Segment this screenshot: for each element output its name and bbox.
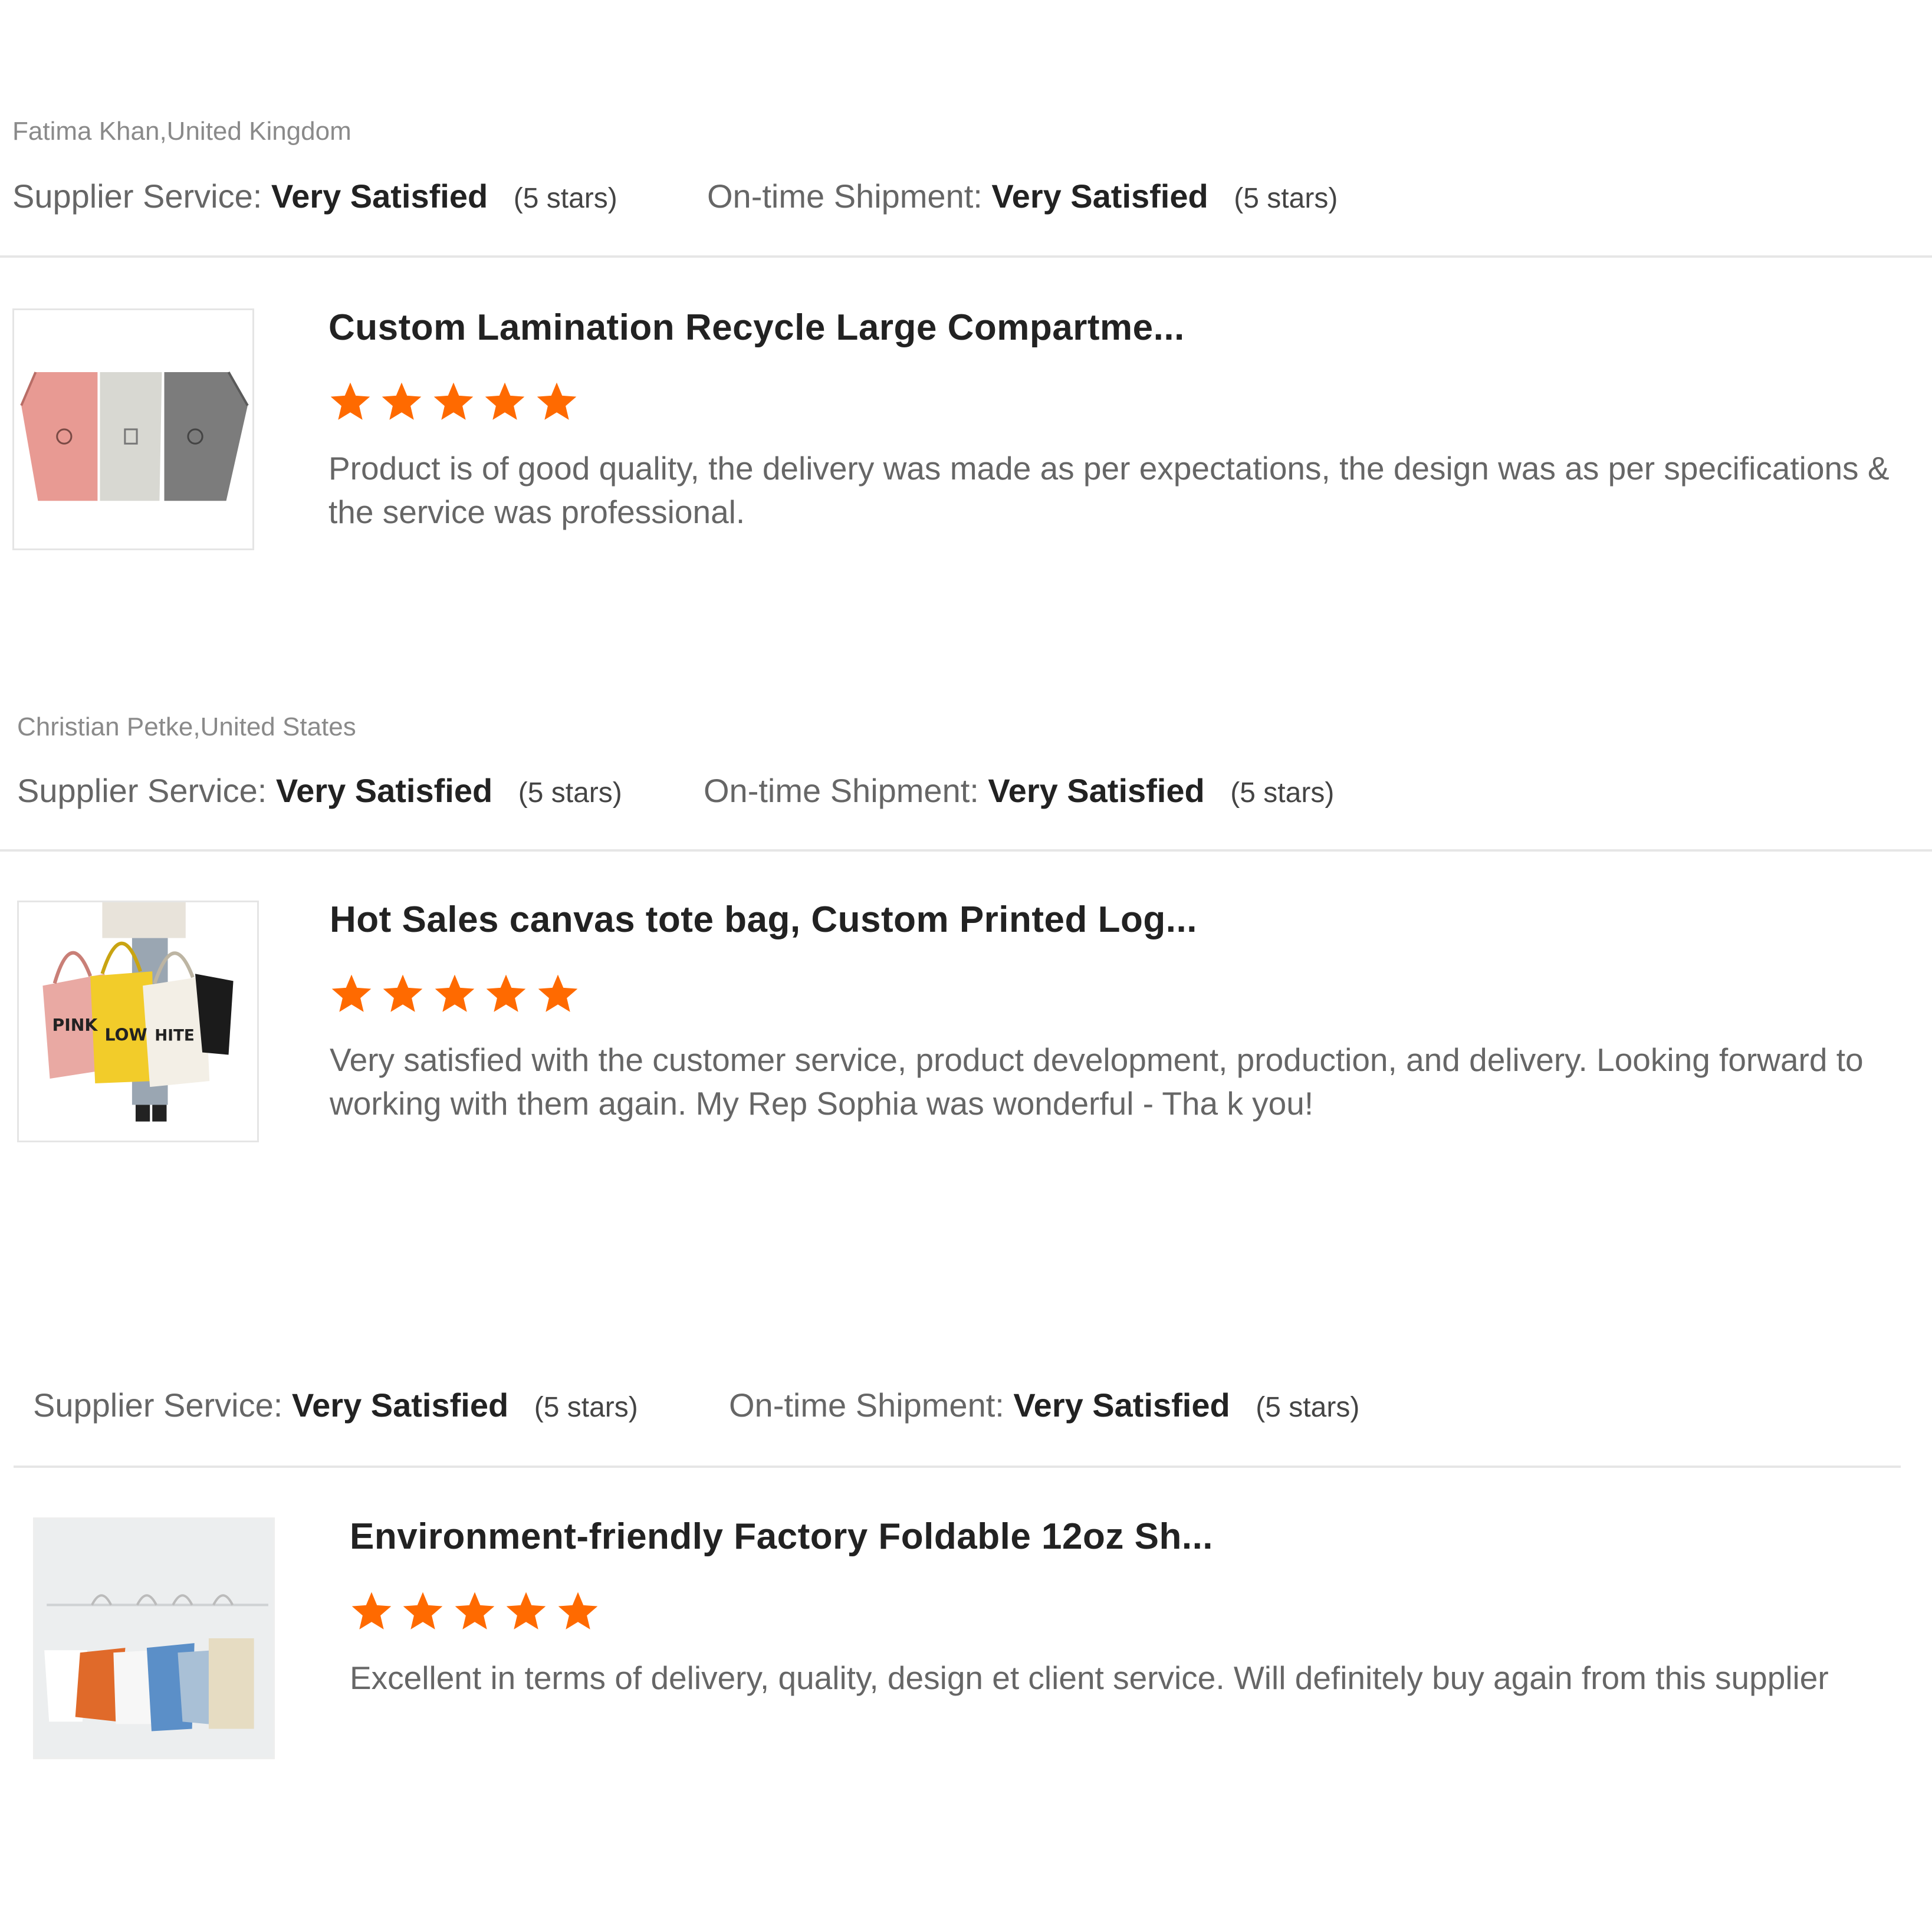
star-icon [433, 972, 477, 1016]
product-title-link[interactable]: Hot Sales canvas tote bag, Custom Printe… [330, 899, 1197, 941]
star-icon [483, 380, 527, 423]
product-title-link[interactable]: Environment-friendly Factory Foldable 12… [350, 1516, 1213, 1558]
star-icon [401, 1589, 445, 1633]
reviewer-name: Fatima Khan,United Kingdom [12, 117, 351, 146]
divider [0, 849, 1932, 852]
supplier-service-rating: Supplier Service: Very Satisfied (5 star… [12, 178, 617, 215]
star-icon [380, 380, 423, 423]
review-comment: Excellent in terms of delivery, quality,… [350, 1660, 1829, 1696]
supplier-service-rating: Supplier Service: Very Satisfied (5 star… [33, 1386, 638, 1424]
star-icon [381, 972, 425, 1016]
star-icon [330, 972, 373, 1016]
recycle-bins-product-image[interactable] [12, 308, 254, 550]
product-title-link[interactable]: Custom Lamination Recycle Large Compartm… [328, 307, 1185, 349]
star-icon [328, 380, 372, 423]
star-rating [350, 1589, 605, 1639]
star-icon [484, 972, 528, 1016]
on-time-shipment-rating: On-time Shipment: Very Satisfied (5 star… [707, 178, 1338, 215]
on-time-shipment-rating: On-time Shipment: Very Satisfied (5 star… [704, 772, 1335, 809]
tote-bags-product-image[interactable]: PINK LOW HITE [17, 901, 259, 1142]
star-icon [432, 380, 475, 423]
star-icon [556, 1589, 600, 1633]
svg-text:PINK: PINK [52, 1016, 98, 1035]
review-comment: Product is of good quality, the delivery… [328, 450, 1890, 530]
on-time-shipment-rating: On-time Shipment: Very Satisfied (5 star… [729, 1386, 1360, 1424]
tote-bags-image-icon: PINK LOW HITE [19, 902, 257, 1141]
hanging-bags-image-icon [35, 1519, 273, 1757]
star-rating [328, 380, 584, 429]
hanging-bags-product-image[interactable] [33, 1517, 275, 1759]
svg-text:HITE: HITE [155, 1027, 195, 1044]
divider [0, 255, 1932, 258]
star-icon [504, 1589, 548, 1633]
star-icon [536, 972, 580, 1016]
review-comment: Very satisfied with the customer service… [330, 1041, 1864, 1122]
recycle-bins-image-icon [14, 310, 252, 548]
divider [14, 1466, 1901, 1468]
svg-text:LOW: LOW [104, 1025, 147, 1044]
star-rating [330, 972, 585, 1021]
reviewer-name: Christian Petke,United States [17, 712, 356, 741]
supplier-service-rating: Supplier Service: Very Satisfied (5 star… [17, 772, 622, 809]
star-icon [535, 380, 579, 423]
star-icon [453, 1589, 497, 1633]
reviews-page: Fatima Khan,United Kingdom Supplier Serv… [0, 0, 1932, 1932]
star-icon [350, 1589, 393, 1633]
